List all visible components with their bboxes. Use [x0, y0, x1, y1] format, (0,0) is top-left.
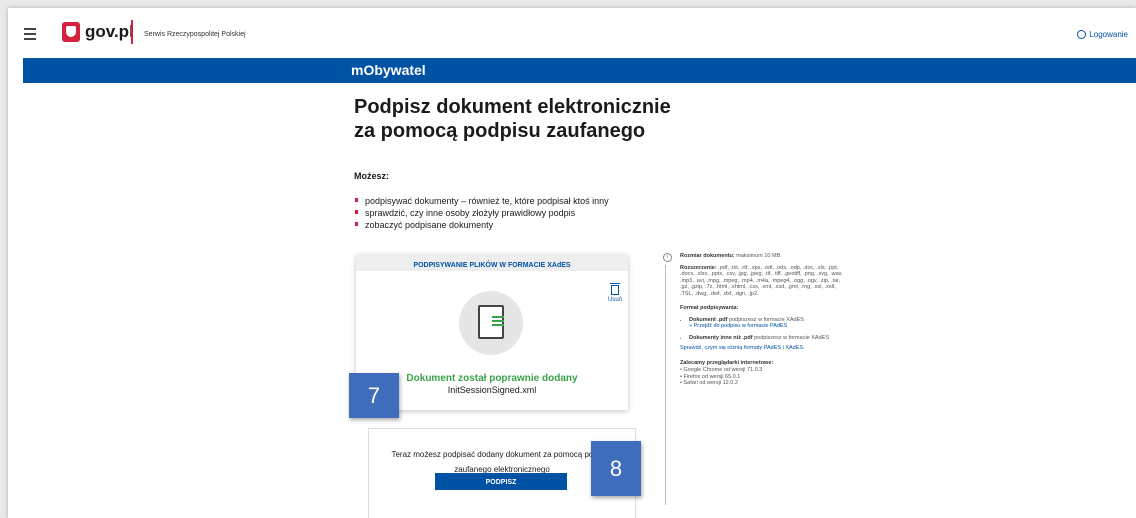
browsers-title: Zalecamy przeglądarki internetowe:	[680, 359, 774, 366]
document-icon	[478, 305, 504, 339]
card-header: PODPISYWANIE PLIKÓW W FORMACIE XAdES	[356, 255, 628, 271]
login-label: Logowanie	[1089, 30, 1128, 39]
feature-list: podpisywać dokumenty – również te, które…	[354, 195, 609, 231]
formats-diff-link[interactable]: Sprawdź, czym się różnią formaty PAdES i…	[680, 345, 805, 351]
doc-line	[492, 316, 504, 318]
sign-button[interactable]: PODPISZ	[435, 473, 567, 490]
browser-item: • Safari od wersji 12.0.2	[680, 380, 738, 386]
doc-line	[492, 324, 504, 326]
top-bar: gov.pl Serwis Rzeczypospolitej Polskiej …	[8, 8, 1136, 54]
service-title: mObywatel	[351, 62, 426, 78]
info-sidebar: i Rozmiar dokumentu: maksimum 10 MB. Roz…	[663, 253, 850, 505]
sidebar-divider	[665, 265, 666, 505]
list-item: sprawdzić, czy inne osoby złożyły prawid…	[354, 207, 609, 219]
list-item: podpisywać dokumenty – również te, które…	[354, 195, 609, 207]
trash-icon[interactable]	[610, 283, 620, 295]
page: gov.pl Serwis Rzeczypospolitej Polskiej …	[8, 8, 1136, 518]
gov-logo[interactable]: gov.pl	[62, 22, 134, 42]
list-item: Dokumenty inne niż .pdf podpiszesz w for…	[689, 335, 850, 342]
pades-link[interactable]: » Przejdź do podpisu w formacie PAdES	[689, 323, 787, 329]
doc-line	[492, 320, 504, 322]
service-band: mObywatel	[23, 58, 1136, 83]
delete-link[interactable]: Usuń	[608, 297, 622, 303]
list-item: Dokument .pdf podpiszesz w formacie XAdE…	[689, 317, 850, 330]
extension-info: Rozszerzenie: .pdf, .txt, .rtf, .xps, .o…	[680, 264, 843, 297]
page-title-line2: za pomocą podpisu zaufanego	[354, 120, 646, 142]
eagle-icon	[62, 22, 80, 42]
list-item: zobaczyć podpisane dokumenty	[354, 219, 609, 231]
page-title: Podpisz dokument elektronicznie za pomoc…	[354, 95, 734, 143]
user-icon	[1077, 30, 1087, 39]
page-title-line1: Podpisz dokument elektronicznie	[354, 96, 671, 118]
menu-icon[interactable]	[24, 28, 36, 43]
format-title: Format podpisywania:	[680, 305, 739, 311]
format-list: Dokument .pdf podpiszesz w formacie XAdE…	[680, 317, 850, 342]
info-icon: i	[663, 253, 672, 262]
mozesz-heading: Możesz:	[354, 171, 390, 181]
document-icon-circle	[459, 291, 523, 355]
logo-separator	[131, 20, 133, 44]
login-link[interactable]: Logowanie	[1077, 30, 1128, 39]
size-info: Rozmiar dokumentu: maksimum 10 MB.	[680, 253, 782, 259]
serwis-text: Serwis Rzeczypospolitej Polskiej	[144, 31, 246, 38]
step-badge-8: 8	[591, 441, 641, 496]
logo-text: gov.pl	[85, 22, 134, 41]
step-badge-7: 7	[349, 373, 399, 418]
